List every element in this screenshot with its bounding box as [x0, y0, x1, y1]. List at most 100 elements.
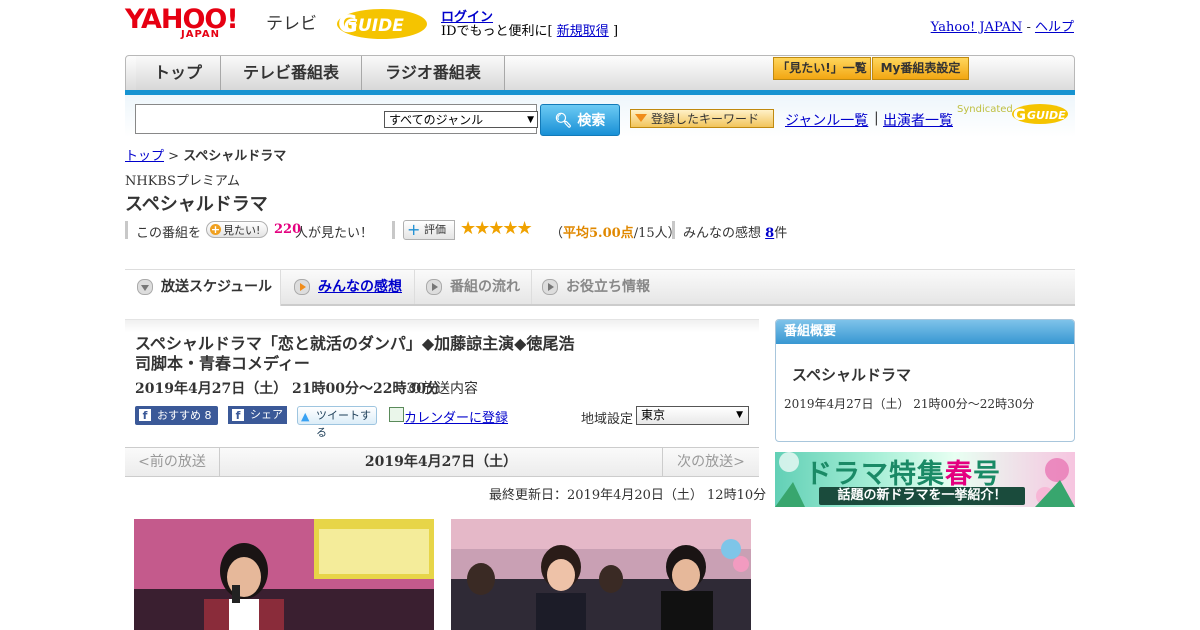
facebook-recommend-button[interactable]: f おすすめ 8 — [135, 406, 218, 425]
performer-list-link[interactable]: 出演者一覧 — [883, 110, 953, 130]
tab-label: お役立ち情報 — [566, 279, 650, 295]
current-broadcast-date: 2019年4月27日（土） — [364, 454, 518, 470]
nav-tab-top[interactable]: トップ — [136, 56, 221, 90]
last-updated: 最終更新日：2019年4月20日（土） 12時10分 — [489, 488, 767, 503]
rate-button-label: 評価 — [424, 223, 446, 236]
facebook-icon: f — [139, 409, 151, 422]
chevron-down-icon: ▼ — [736, 410, 743, 420]
gguide-syndicated-text: GUIDE — [1027, 109, 1066, 122]
tab-broadcast-schedule[interactable]: 放送スケジュール — [125, 270, 281, 306]
signup-link[interactable]: 新規取得 — [557, 24, 609, 39]
add-to-calendar-link[interactable]: カレンダーに登録 — [404, 407, 508, 426]
breadcrumb-sep: > — [168, 149, 180, 164]
registered-keyword-button[interactable]: 登録したキーワード — [630, 109, 774, 128]
genre-select[interactable]: すべてのジャンル ▼ — [384, 111, 538, 128]
banner-subtitle: 話題の新ドラマを一挙紹介！ — [819, 487, 1025, 505]
links-separator: | — [874, 110, 879, 126]
episode-title-line1: スペシャルドラマ「恋と就活のダンパ」◆加藤諒主演◆徳尾浩 — [135, 334, 575, 353]
average-score: 平均5.00点 — [563, 226, 634, 241]
nav-tab-tv-schedule[interactable]: テレビ番組表 — [221, 56, 362, 90]
stat-divider — [392, 221, 395, 239]
tab-reviews[interactable]: みんなの感想 — [282, 270, 415, 304]
episode-photo-2 — [451, 519, 751, 630]
genre-list-link[interactable]: ジャンル一覧 — [785, 110, 868, 130]
svg-text:G: G — [338, 10, 358, 38]
top-links: Yahoo! JAPAN - ヘルプ — [931, 16, 1074, 35]
stat-divider — [125, 221, 128, 239]
search-button[interactable]: 🔍︎ 検索 — [540, 104, 620, 136]
banner-title-c: 号 — [973, 459, 1001, 490]
my-schedule-button[interactable]: My番組表設定 — [872, 57, 969, 80]
episode-photo-1 — [134, 519, 434, 630]
review-summary: みんなの感想 8件 — [683, 222, 787, 241]
average-rating: （平均5.00点/15人） — [550, 226, 681, 241]
plus-icon: + — [407, 220, 421, 239]
play-arrow-icon — [426, 279, 442, 295]
banner-title-spring: 春 — [945, 459, 973, 490]
tab-useful-info[interactable]: お役立ち情報 — [532, 270, 662, 304]
stat-divider — [672, 221, 675, 239]
rate-button[interactable]: + 評価 — [403, 220, 455, 240]
yahoo-japan-link[interactable]: Yahoo! JAPAN — [931, 20, 1023, 35]
chevron-down-icon — [137, 279, 153, 295]
program-summary-heading: 番組概要 — [776, 320, 1074, 344]
help-link[interactable]: ヘルプ — [1035, 20, 1074, 35]
facebook-share-label: シェア — [250, 408, 283, 421]
play-arrow-icon — [542, 279, 558, 295]
nav-tab-radio-schedule[interactable]: ラジオ番組表 — [362, 56, 505, 90]
tab-label: みんなの感想 — [318, 279, 402, 295]
breadcrumb-top-link[interactable]: トップ — [125, 149, 164, 164]
region-label: 地域設定 — [581, 412, 634, 427]
banner-title-a: ドラマ特集 — [805, 459, 945, 490]
want-list-button[interactable]: 「見たい!」一覧 — [773, 57, 871, 80]
search-icon: 🔍︎ — [554, 113, 573, 129]
want-suffix: 人が見たい！ — [295, 226, 374, 241]
program-summary-date: 2019年4月27日（土） 21時00分～22時30分 — [784, 397, 1035, 411]
breadcrumb: トップ > スペシャルドラマ — [125, 145, 286, 164]
facebook-recommend-label: おすすめ 8 — [157, 409, 212, 422]
review-count-link[interactable]: 8 — [765, 226, 774, 241]
search-button-label: 検索 — [577, 113, 606, 129]
program-summary-title: スペシャルドラマ — [792, 366, 911, 384]
program-summary-box: 番組概要 スペシャルドラマ 2019年4月27日（土） 21時00分～22時30… — [775, 319, 1075, 442]
calendar-icon — [389, 407, 404, 422]
tweet-button[interactable]: ▲ ツイートする — [297, 406, 377, 439]
banner-title: ドラマ特集春号 — [805, 452, 1001, 491]
facebook-icon: f — [232, 409, 244, 422]
gguide-logo[interactable]: GUIDE G — [334, 6, 430, 40]
rating-stars: ★★★★★ — [460, 218, 533, 239]
review-label: みんなの感想 — [683, 226, 762, 241]
drama-feature-banner[interactable]: ドラマ特集春号 話題の新ドラマを一挙紹介！ — [775, 452, 1075, 507]
genre-select-value: すべてのジャンル — [389, 113, 484, 127]
region-select[interactable]: 東京 ▼ — [636, 406, 749, 425]
tab-label: 放送スケジュール — [161, 279, 273, 295]
syndicated-label: Syndicated — [957, 104, 1013, 115]
episode-date-suffix: の放送内容 — [408, 381, 478, 397]
svg-text:G: G — [1013, 105, 1026, 124]
plus-icon: + — [210, 223, 221, 236]
next-broadcast-button[interactable]: 次の放送> — [662, 448, 759, 476]
login-sub-suffix: ] — [612, 24, 619, 39]
tv-label: テレビ — [266, 14, 317, 34]
previous-broadcast-button[interactable]: <前の放送 — [125, 448, 220, 476]
main-nav: トップ テレビ番組表 ラジオ番組表 「見たい!」一覧 My番組表設定 — [125, 55, 1075, 91]
tab-program-flow[interactable]: 番組の流れ — [416, 270, 532, 304]
breadcrumb-current: スペシャルドラマ — [183, 149, 287, 164]
broadcast-date-nav: <前の放送 2019年4月27日（土） 次の放送> — [125, 447, 759, 477]
gguide-syndicated-logo: G GUIDE — [1012, 104, 1068, 124]
channel-name: NHKBSプレミアム — [125, 174, 240, 189]
program-tabs: 放送スケジュール みんなの感想 番組の流れ お役立ち情報 — [125, 270, 1075, 306]
page-title: スペシャルドラマ — [125, 194, 268, 215]
tab-label: 番組の流れ — [450, 279, 520, 295]
want-button-label: 見たい! — [223, 224, 261, 237]
top-links-sep: - — [1026, 20, 1031, 35]
episode-title-line2: 司脚本・青春コメディー — [135, 354, 310, 373]
want-prefix: この番組を — [136, 226, 202, 241]
region-select-value: 東京 — [641, 408, 666, 422]
play-arrow-icon — [294, 279, 310, 295]
login-sub: IDでもっと便利に[ 新規取得 ] — [441, 20, 618, 39]
yahoo-japan-logo-sub: JAPAN — [181, 29, 220, 40]
facebook-share-button[interactable]: f シェア — [228, 406, 287, 424]
want-to-watch-button[interactable]: + 見たい! — [206, 221, 268, 238]
episode-title: スペシャルドラマ「恋と就活のダンパ」◆加藤諒主演◆徳尾浩 司脚本・青春コメディー — [135, 334, 605, 374]
